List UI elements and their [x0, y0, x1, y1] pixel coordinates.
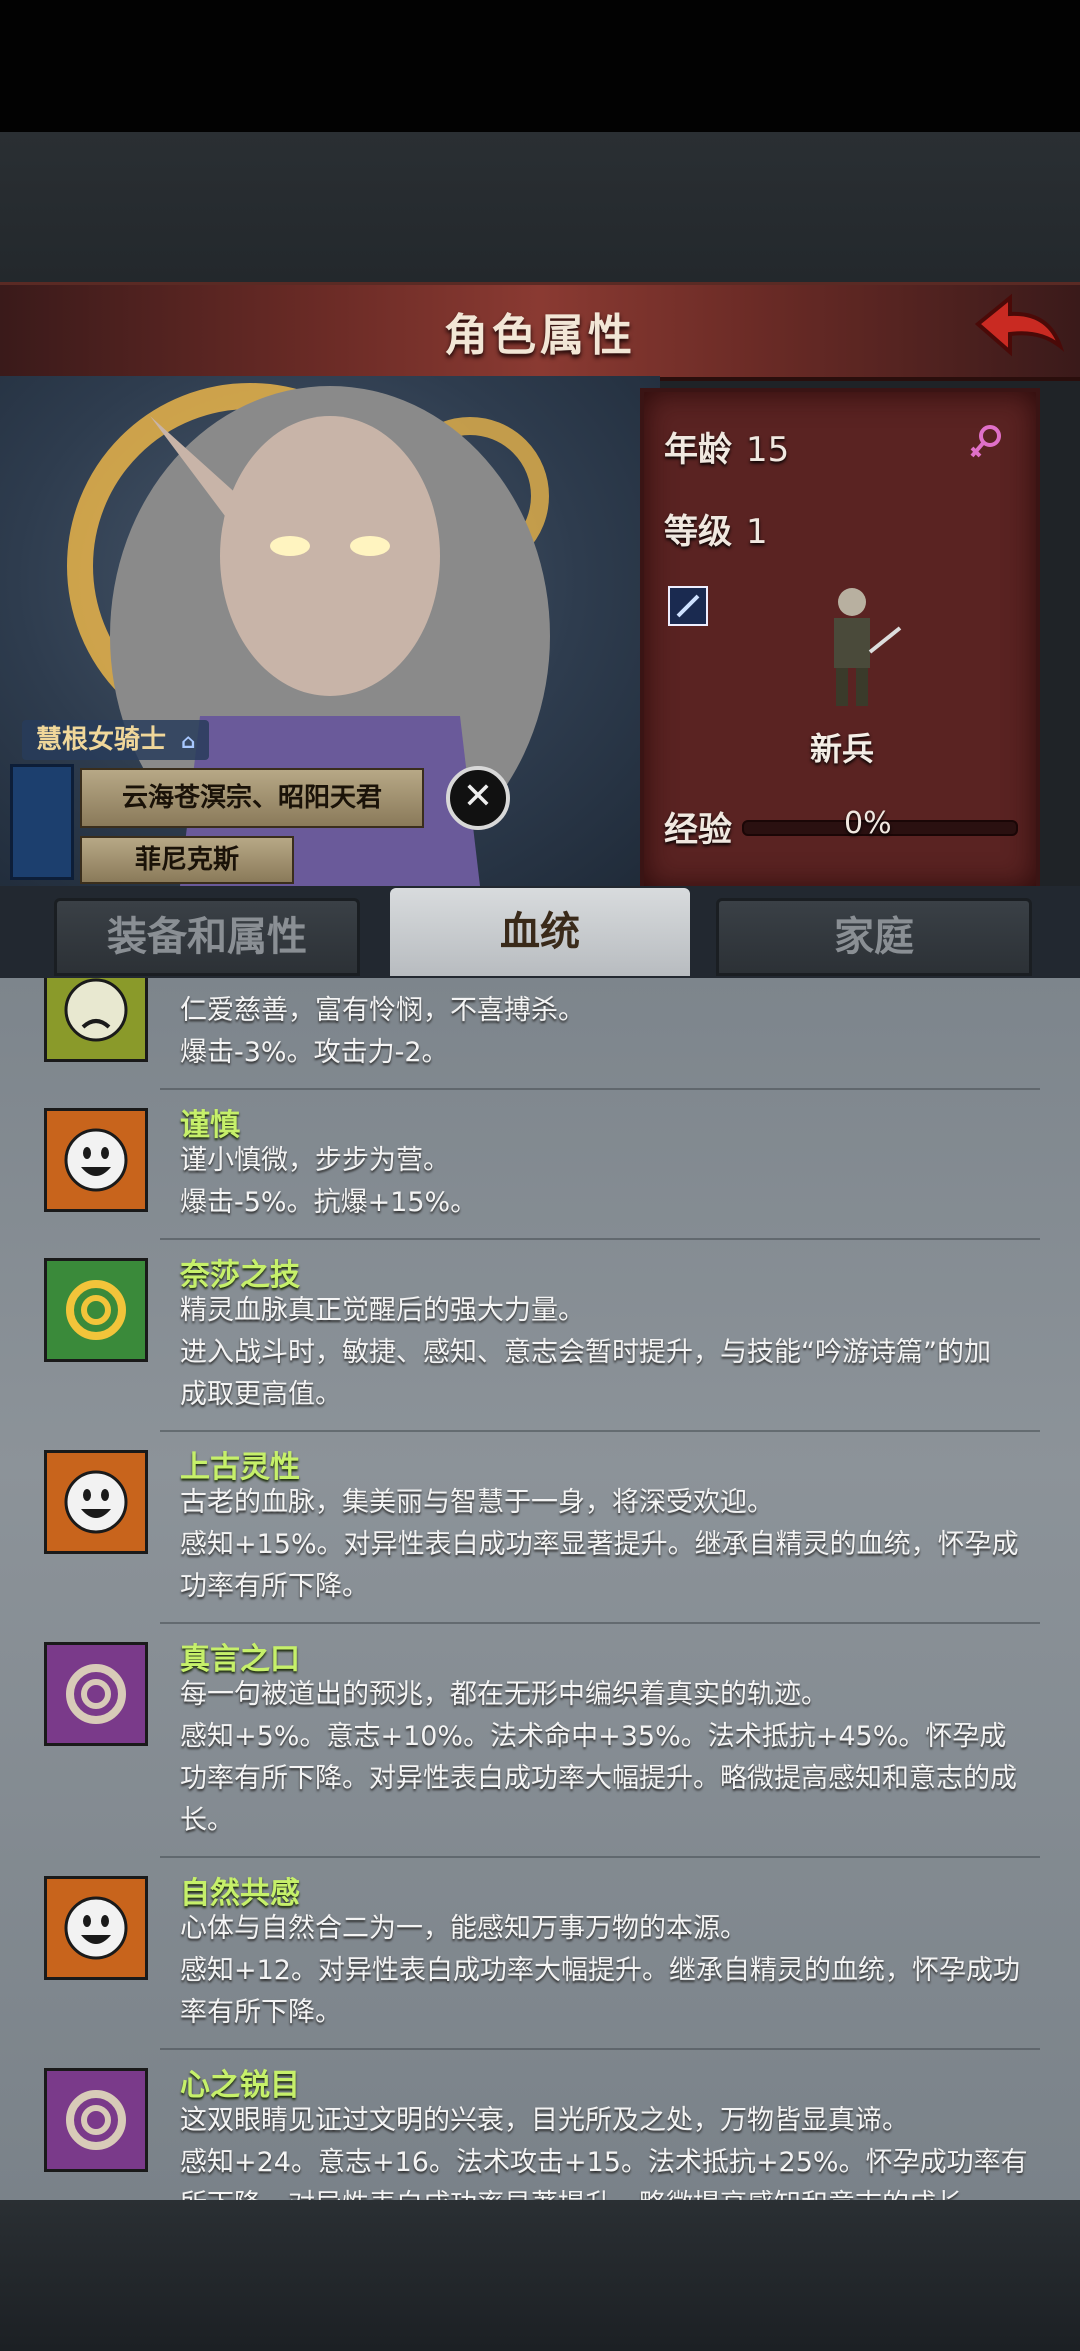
tab-bar: 装备和属性 血统 家庭	[0, 886, 1080, 978]
trait-description: 精灵血脉真正觉醒后的强大力量。进入战斗时，敏捷、感知、意志会暂时提升，与技能“吟…	[180, 1290, 1040, 1416]
trait-description-line: 感知+12。对异性表白成功率大幅提升。继承自精灵的血统，怀孕成功	[180, 1955, 1020, 1986]
trait-divider	[160, 1622, 1040, 1624]
trait-description: 谨小慎微，步步为营。 爆击-5%。抗爆+15%。	[180, 1140, 1040, 1224]
bottom-background	[0, 2200, 1080, 2351]
page-title: 角色属性	[444, 310, 636, 361]
frown-face-icon	[44, 978, 148, 1062]
female-gender-icon	[970, 425, 1001, 458]
trait-description-line: 率有所下降。	[180, 1997, 342, 2028]
tab-bloodline[interactable]: 血统	[390, 888, 690, 976]
purple-swirl-icon	[44, 2068, 148, 2172]
trait-description-line: 精灵血脉真正觉醒后的强大力量。	[180, 1295, 585, 1326]
trait-description-line: 进入战斗时，敏捷、感知、意志会暂时提升，与技能“吟游诗篇”的加	[180, 1337, 991, 1368]
sword-skill-icon[interactable]	[668, 586, 708, 626]
trait-description-line: 古老的血脉，集美丽与智慧于一身，将深受欢迎。	[180, 1487, 774, 1518]
smile-face-icon	[44, 1450, 148, 1554]
trait-name: 谨慎	[180, 1108, 240, 1143]
exp-value: 0%	[844, 806, 892, 841]
trait-name: 自然共感	[180, 1876, 300, 1911]
trait-description-line: 谨小慎微，步步为营。	[180, 1145, 450, 1176]
trait-name: 心之锐目	[180, 2068, 300, 2103]
age-value: 15	[746, 430, 790, 470]
age-label: 年龄	[664, 430, 732, 470]
trait-description-line: 感知+24。意志+16。法术攻击+15。法术抵抗+25%。怀孕成功率有	[180, 2147, 1028, 2178]
trait-description-line: 功率有所下降。	[180, 1571, 369, 1602]
level-label: 等级	[664, 512, 732, 552]
trait-description: 这双眼睛见证过文明的兴衰，目光所及之处，万物皆显真谛。感知+24。意志+16。法…	[180, 2100, 1040, 2200]
affiliation-plate: 云海苍溟宗、昭阳天君	[80, 768, 424, 828]
smile-face-icon	[44, 1876, 148, 1980]
gold-swirl-icon	[44, 1258, 148, 1362]
exp-label: 经验	[664, 810, 732, 850]
trait-description-line: 成取更高值。	[180, 1379, 342, 1410]
tab-family[interactable]: 家庭	[716, 898, 1032, 976]
trait-name: 奈莎之技	[180, 1258, 300, 1293]
trait-description-line: 心体与自然合二为一，能感知万事万物的本源。	[180, 1913, 747, 1944]
trait-description: 古老的血脉，集美丽与智慧于一身，将深受欢迎。感知+15%。对异性表白成功率显著提…	[180, 1482, 1040, 1608]
class-tag: 慧根女骑士 ⌂	[22, 720, 210, 760]
trait-description-line: 功率有所下降。对异性表白成功率大幅提升。略微提高感知和意志的成	[180, 1763, 1017, 1794]
trait-divider	[160, 1238, 1040, 1240]
trait-description-line: 长。	[180, 1805, 234, 1836]
trait-name: 上古灵性	[180, 1450, 300, 1485]
class-label: 慧根女骑士	[36, 725, 167, 755]
trait-divider	[160, 2048, 1040, 2050]
status-bar-area	[0, 0, 1080, 132]
age-row: 年龄 15	[664, 422, 789, 471]
character-nameplate: 慧根女骑士 ⌂ 云海苍溟宗、昭阳天君 菲尼克斯	[0, 720, 470, 890]
upper-background	[0, 132, 1080, 282]
soldier-figure-icon	[834, 588, 902, 706]
trait-description-line: 这双眼睛见证过文明的兴衰，目光所及之处，万物皆显真谛。	[180, 2105, 909, 2136]
class-rank-icon: ⌂	[181, 729, 196, 753]
trait-description-line: 感知+15%。对异性表白成功率显著提升。继承自精灵的血统，怀孕成	[180, 1529, 1019, 1560]
trait-description: 仁爱慈善，富有怜悯，不喜搏杀。 爆击-3%。攻击力-2。	[180, 990, 1040, 1074]
trait-list[interactable]: 仁爱慈善，富有怜悯，不喜搏杀。 爆击-3%。攻击力-2。谨慎 谨小慎微，步步为营。爆…	[0, 978, 1080, 2200]
trait-description: 心体与自然合二为一，能感知万事万物的本源。感知+12。对异性表白成功率大幅提升。…	[180, 1908, 1040, 2034]
smile-face-icon	[44, 1108, 148, 1212]
trait-description: 每一句被道出的预兆，都在无形中编织着真实的轨迹。感知+5%。意志+10%。法术命…	[180, 1674, 1040, 1842]
character-info-panel: 年龄 15 等级 1 新兵 经验 0%	[640, 388, 1040, 892]
trait-name: 真言之口	[180, 1642, 300, 1677]
tab-equipment[interactable]: 装备和属性	[54, 898, 360, 976]
rank-label: 新兵	[810, 730, 875, 768]
trait-divider	[160, 1430, 1040, 1432]
trait-description-line: 爆击-5%。抗爆+15%。	[180, 1187, 478, 1218]
trait-description-line: 仁爱慈善，富有怜悯，不喜搏杀。	[180, 995, 585, 1026]
character-name: 菲尼克斯	[80, 836, 294, 884]
trait-description-line: 爆击-3%。攻击力-2。	[180, 1037, 449, 1068]
purple-swirl-icon	[44, 1642, 148, 1746]
close-icon[interactable]: ✕	[446, 766, 510, 830]
back-arrow-icon[interactable]	[970, 290, 1066, 366]
trait-divider	[160, 1856, 1040, 1858]
trait-description-line: 每一句被道出的预兆，都在无形中编织着真实的轨迹。	[180, 1679, 828, 1710]
trait-divider	[160, 1088, 1040, 1090]
trait-description-line: 感知+5%。意志+10%。法术命中+35%。法术抵抗+45%。怀孕成	[180, 1721, 1007, 1752]
faction-banner-icon	[10, 764, 74, 880]
level-row: 等级 1	[664, 504, 768, 553]
trait-description-line: 所下降。对异性表白成功率显著提升。略微提高感知和意志的成长。	[180, 2184, 1040, 2200]
title-bar: 角色属性	[0, 282, 1080, 381]
level-value: 1	[746, 512, 768, 552]
